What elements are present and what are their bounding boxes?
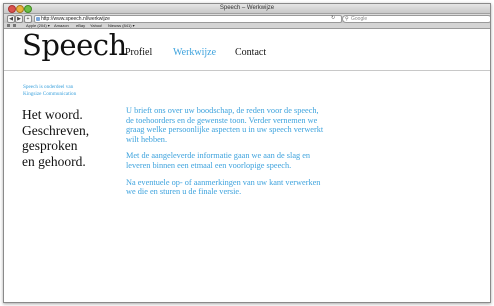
search-icon: ⚲ (345, 16, 349, 22)
nav-contact[interactable]: Contact (235, 47, 266, 58)
paragraph: U brieft ons over uw boodschap, de reden… (126, 106, 324, 144)
search-input[interactable]: ⚲ Google (342, 15, 490, 23)
tagline: Het woord. Geschreven, gesproken en geho… (22, 107, 122, 169)
title-bar: Speech – Werkwijze (4, 4, 490, 14)
back-button[interactable]: ◀ (7, 15, 15, 23)
nav-werkwijze[interactable]: Werkwijze (173, 47, 216, 58)
search-placeholder: Google (351, 16, 368, 22)
nav-profiel[interactable]: Profiel (125, 47, 152, 58)
bookmarks-icon[interactable] (13, 24, 16, 27)
paragraph: Met de aangeleverde informatie gaan we a… (126, 151, 311, 170)
tagline-line: Geschreven, (22, 122, 90, 138)
address-url: http://www.speech.nl/werkwijze (41, 16, 110, 22)
site-favicon-icon (36, 17, 40, 21)
add-bookmark-button[interactable]: + (24, 15, 32, 23)
company-subtitle: Speech is onderdeel van Kingsize Communi… (23, 84, 103, 97)
body-text: U brieft ons over uw boodschap, de reden… (126, 106, 326, 204)
browser-window: Speech – Werkwijze ◀ ▶ + http://www.spee… (3, 3, 491, 303)
header-divider (4, 70, 490, 71)
tagline-line: en gehoord. (22, 153, 86, 169)
address-bar[interactable]: http://www.speech.nl/werkwijze (34, 15, 342, 23)
site-logo[interactable]: Speech (22, 28, 127, 62)
subtitle-line: Kingsize Communication (23, 90, 77, 97)
browser-toolbar: ◀ ▶ + http://www.speech.nl/werkwijze ↻ ⚲… (4, 14, 490, 23)
tagline-line: gesproken (22, 138, 78, 153)
tagline-line: Het woord. (22, 107, 83, 122)
forward-button[interactable]: ▶ (15, 15, 23, 23)
paragraph: Na eventuele op- of aanmerkingen van uw … (126, 177, 321, 197)
reading-list-icon[interactable] (7, 24, 10, 27)
reload-icon[interactable]: ↻ (331, 16, 335, 21)
window-title: Speech – Werkwijze (219, 5, 275, 11)
page-content: Speech Profiel Werkwijze Contact Speech … (4, 28, 490, 302)
